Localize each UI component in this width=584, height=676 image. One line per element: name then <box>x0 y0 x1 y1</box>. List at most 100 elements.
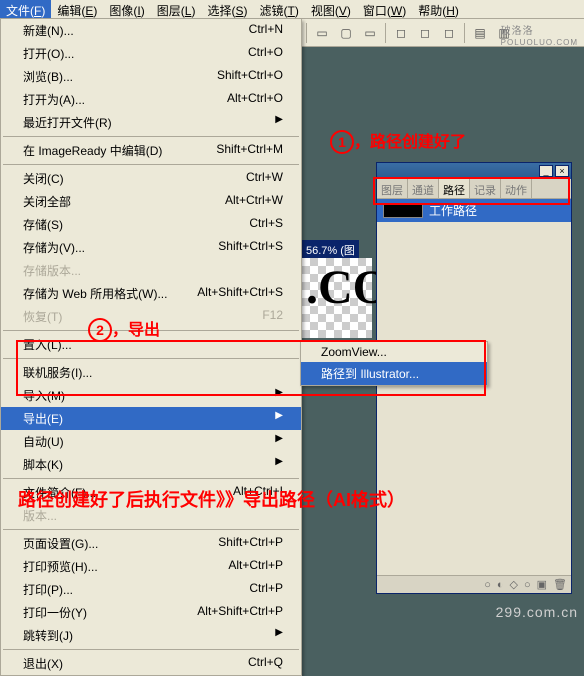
tab-history[interactable]: 记录 <box>470 179 501 198</box>
submenu-arrow-icon: ▶ <box>275 114 283 131</box>
annotation-1: 1，路径创建好了 <box>330 128 466 154</box>
menu-shortcut: Alt+Ctrl+P <box>228 558 283 575</box>
menu-item-label: 在 ImageReady 中编辑(D) <box>23 142 162 159</box>
menu-shortcut: F12 <box>262 308 283 325</box>
menu-item-label: 打印一份(Y) <box>23 604 87 621</box>
tool-btn-3[interactable]: ▭ <box>359 22 381 44</box>
submenu-arrow-icon: ▶ <box>275 627 283 644</box>
tool-btn-6[interactable]: ◻ <box>438 22 460 44</box>
menu-image[interactable]: 图像(I) <box>103 0 150 18</box>
watermark-bottom: 299.com.cn <box>496 604 578 620</box>
menu-item[interactable]: 联机服务(I)... <box>1 361 301 384</box>
menu-item-label: 自动(U) <box>23 433 64 450</box>
menu-shortcut: Shift+Ctrl+S <box>218 239 283 256</box>
path-item-work-path[interactable]: 工作路径 <box>377 199 571 222</box>
menu-item[interactable]: 存储(S)Ctrl+S <box>1 213 301 236</box>
close-icon[interactable]: × <box>555 165 569 177</box>
submenu-arrow-icon: ▶ <box>275 456 283 473</box>
menu-item[interactable]: 关闭(C) Ctrl+W <box>1 167 301 190</box>
menu-item[interactable]: 自动(U) ▶ <box>1 430 301 453</box>
toolbar-divider <box>306 23 307 43</box>
menu-item[interactable]: 新建(N)... Ctrl+N <box>1 19 301 42</box>
menu-item[interactable]: 脚本(K)▶ <box>1 453 301 476</box>
menu-window[interactable]: 窗口(W) <box>357 0 412 18</box>
menu-filter[interactable]: 滤镜(T) <box>253 0 304 18</box>
submenu-item[interactable]: ZoomView... <box>301 342 487 362</box>
menu-shortcut: Shift+Ctrl+P <box>218 535 283 552</box>
path-item-label: 工作路径 <box>429 202 477 219</box>
submenu-item-label: ZoomView... <box>321 345 387 359</box>
tool-btn-5[interactable]: ◻ <box>414 22 436 44</box>
tool-btn-7[interactable]: ▤ <box>469 22 491 44</box>
menu-item[interactable]: 最近打开文件(R) ▶ <box>1 111 301 134</box>
menu-item[interactable]: 打印预览(H)... Alt+Ctrl+P <box>1 555 301 578</box>
menu-item[interactable]: 打开(O)... Ctrl+O <box>1 42 301 65</box>
tab-paths[interactable]: 路径 <box>439 179 470 198</box>
menu-item[interactable]: 导出(E)▶ <box>1 407 301 430</box>
tab-layers[interactable]: 图层 <box>377 179 408 198</box>
tool-btn-1[interactable]: ▭ <box>311 22 333 44</box>
footer-icon[interactable]: ◇ <box>510 578 518 591</box>
menu-item[interactable]: 打开为(A)...Alt+Ctrl+O <box>1 88 301 111</box>
menu-shortcut: Alt+Shift+Ctrl+S <box>197 285 283 302</box>
menu-item-label: 打开(O)... <box>23 45 74 62</box>
footer-icon[interactable]: ○ <box>524 579 531 591</box>
menu-item-label: 新建(N)... <box>23 22 74 39</box>
export-submenu: ZoomView... 路径到 Illustrator... <box>300 341 488 386</box>
minimize-icon[interactable]: _ <box>539 165 553 177</box>
menu-item-label: 导出(E) <box>23 410 63 427</box>
menu-item[interactable]: 跳转到(J)▶ <box>1 624 301 647</box>
path-thumbnail <box>383 204 423 218</box>
tab-actions[interactable]: 动作 <box>501 179 532 198</box>
menu-item-label: 打印预览(H)... <box>23 558 98 575</box>
document-title-fragment: 56.7% (图 <box>302 240 359 260</box>
toolbar-divider <box>385 23 386 43</box>
tab-channels[interactable]: 通道 <box>408 179 439 198</box>
tool-btn-4[interactable]: ◻ <box>390 22 412 44</box>
panel-titlebar[interactable]: _ × <box>377 163 571 179</box>
menu-layer[interactable]: 图层(L) <box>151 0 202 18</box>
menu-separator <box>3 164 299 165</box>
menu-shortcut: Alt+Ctrl+W <box>225 193 283 210</box>
menu-item-label: 恢复(T) <box>23 308 62 325</box>
menu-view[interactable]: 视图(V) <box>305 0 357 18</box>
menu-item[interactable]: 存储为 Web 所用格式(W)...Alt+Shift+Ctrl+S <box>1 282 301 305</box>
menu-item-label: 最近打开文件(R) <box>23 114 112 131</box>
menu-shortcut: Ctrl+W <box>246 170 283 187</box>
menu-shortcut: Shift+Ctrl+O <box>217 68 283 85</box>
footer-icon[interactable]: ○ <box>484 579 491 591</box>
menu-select[interactable]: 选择(S) <box>201 0 253 18</box>
menu-item[interactable]: 打印(P)...Ctrl+P <box>1 578 301 601</box>
menu-shortcut: Shift+Ctrl+M <box>216 142 283 159</box>
menu-item[interactable]: 导入(M)▶ <box>1 384 301 407</box>
menu-item[interactable]: 在 ImageReady 中编辑(D) Shift+Ctrl+M <box>1 139 301 162</box>
menu-item[interactable]: 退出(X)Ctrl+Q <box>1 652 301 675</box>
menu-shortcut: Ctrl+N <box>249 22 283 39</box>
menu-item-label: 打印(P)... <box>23 581 73 598</box>
tool-btn-2[interactable]: ▢ <box>335 22 357 44</box>
menu-edit[interactable]: 编辑(E) <box>51 0 103 18</box>
menu-item-label: 浏览(B)... <box>23 68 73 85</box>
menu-item-label: 退出(X) <box>23 655 63 672</box>
menu-item[interactable]: 打印一份(Y)Alt+Shift+Ctrl+P <box>1 601 301 624</box>
menu-shortcut: Ctrl+S <box>249 216 283 233</box>
menu-separator <box>3 529 299 530</box>
toolbar-divider <box>464 23 465 43</box>
submenu-item[interactable]: 路径到 Illustrator... <box>301 362 487 385</box>
menu-item[interactable]: 页面设置(G)...Shift+Ctrl+P <box>1 532 301 555</box>
menu-item-label: 关闭(C) <box>23 170 64 187</box>
menu-item-label: 打开为(A)... <box>23 91 85 108</box>
menu-file[interactable]: 文件(F) <box>0 0 51 18</box>
trash-icon[interactable]: 🗑 <box>553 578 567 591</box>
footer-icon[interactable]: ◐ <box>497 579 504 591</box>
menu-item-label: 关闭全部 <box>23 193 71 210</box>
menu-item[interactable]: 存储为(V)...Shift+Ctrl+S <box>1 236 301 259</box>
submenu-arrow-icon: ▶ <box>275 433 283 450</box>
panel-tabs: 图层 通道 路径 记录 动作 <box>377 179 571 199</box>
menu-help[interactable]: 帮助(H) <box>412 0 465 18</box>
menu-separator <box>3 649 299 650</box>
menu-item[interactable]: 关闭全部 Alt+Ctrl+W <box>1 190 301 213</box>
menu-item[interactable]: 浏览(B)... Shift+Ctrl+O <box>1 65 301 88</box>
menu-shortcut: Ctrl+O <box>248 45 283 62</box>
new-path-icon[interactable]: ▣ <box>537 578 547 591</box>
